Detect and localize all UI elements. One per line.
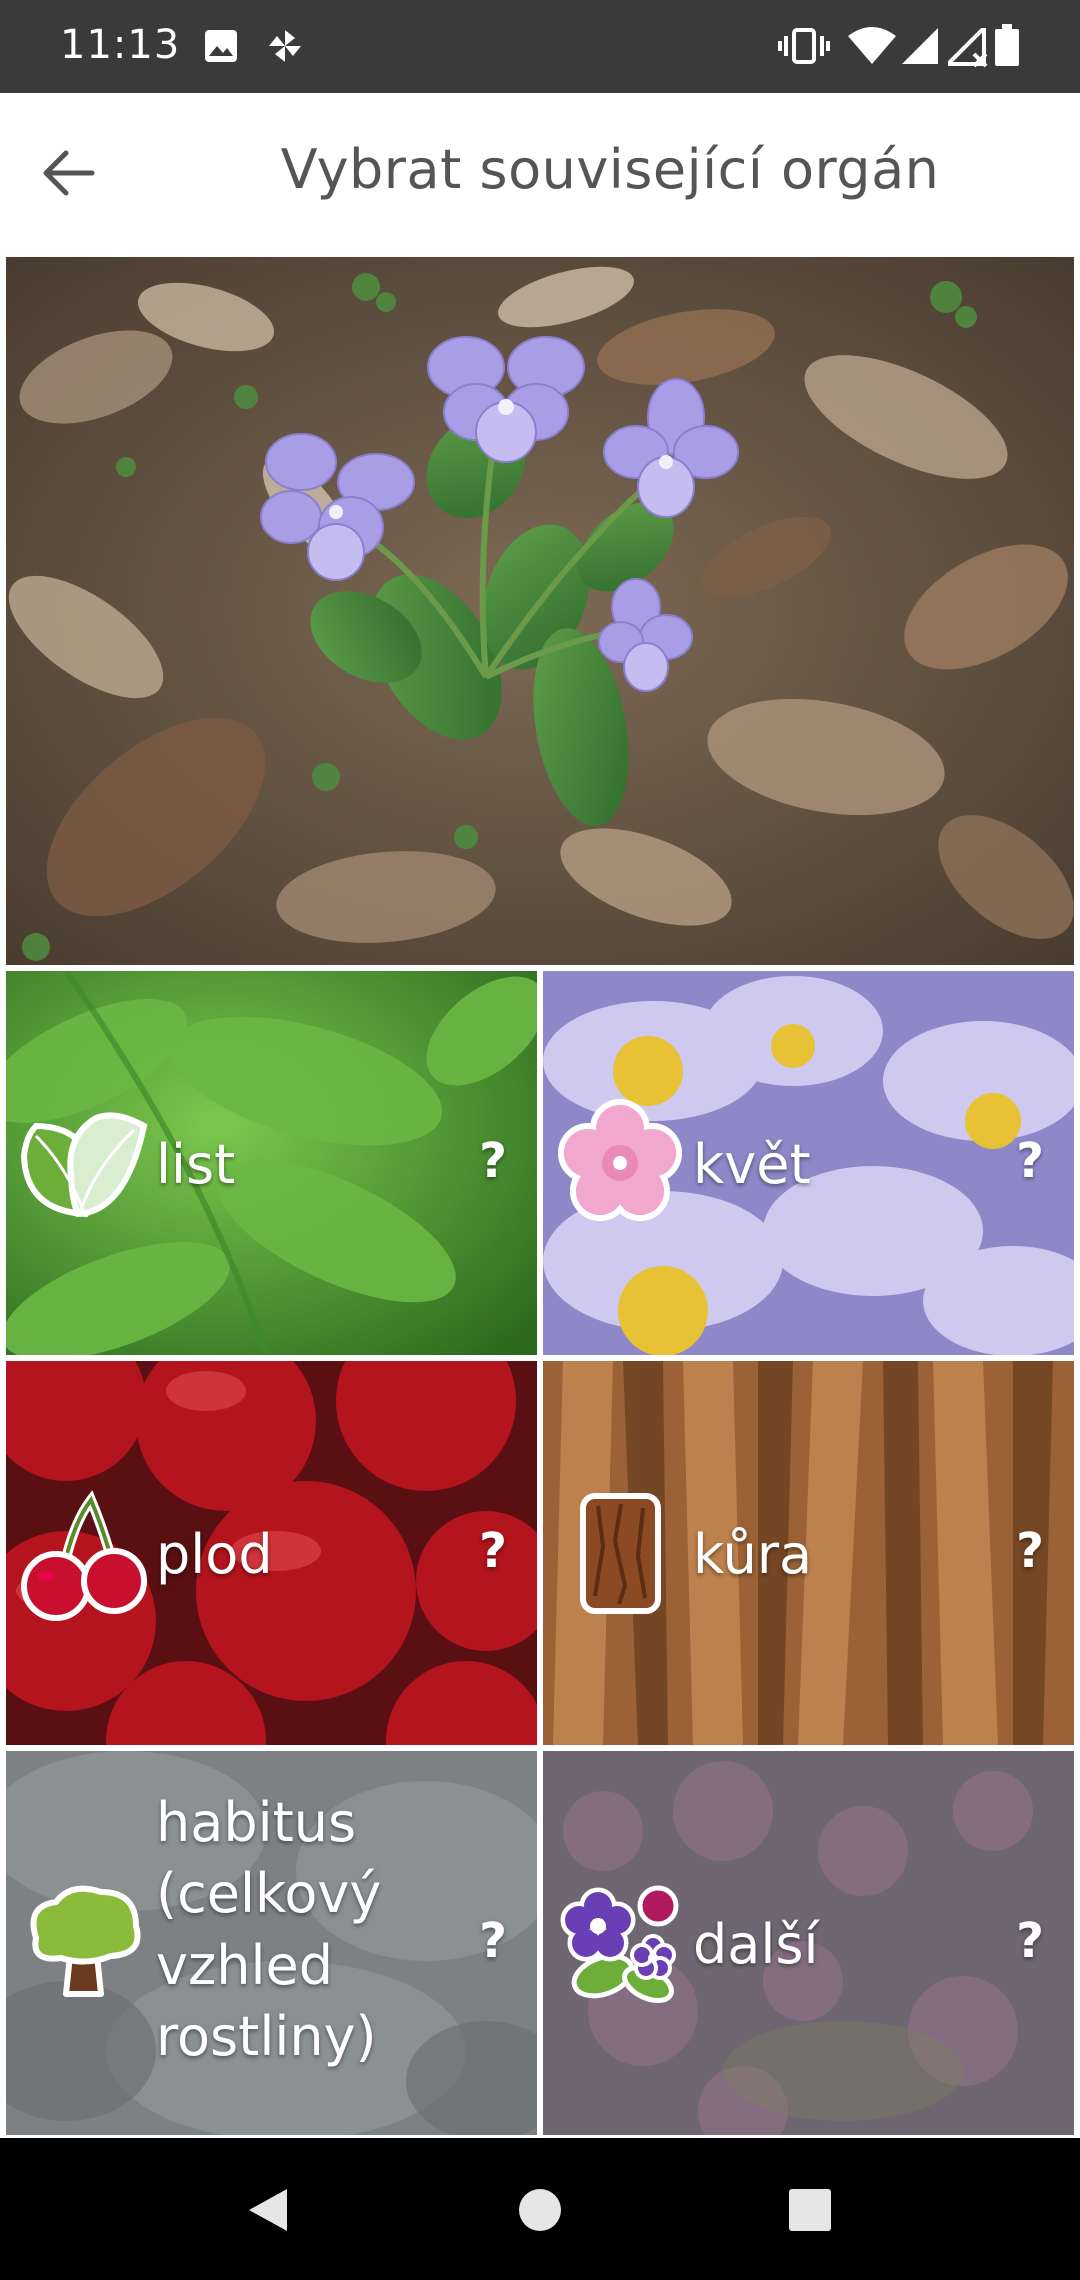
nav-recents-button[interactable] bbox=[778, 2178, 842, 2242]
organ-label-line: (celkový bbox=[156, 1862, 382, 1926]
help-button[interactable]: ? bbox=[1016, 1523, 1044, 1579]
flowers-icon bbox=[553, 1876, 688, 2011]
nav-home-button[interactable] bbox=[508, 2178, 572, 2242]
recents-square-icon bbox=[789, 2189, 831, 2231]
organ-label-line: rostliny) bbox=[156, 2004, 377, 2068]
help-button[interactable]: ? bbox=[479, 1133, 507, 1189]
violet-flower-photo bbox=[6, 257, 1074, 965]
signal-icon bbox=[902, 28, 940, 69]
organ-tile-flower[interactable]: květ ? bbox=[543, 971, 1074, 1355]
organ-tile-bark[interactable]: kůra ? bbox=[543, 1361, 1074, 1745]
page-title: Vybrat související orgán bbox=[280, 138, 940, 201]
app-bar: Vybrat související orgán bbox=[0, 93, 1080, 257]
organ-label-line: habitus bbox=[156, 1791, 357, 1854]
organ-tile-fruit[interactable]: plod ? bbox=[6, 1361, 537, 1745]
help-button[interactable]: ? bbox=[479, 1913, 507, 1969]
help-button[interactable]: ? bbox=[1016, 1913, 1044, 1969]
organ-label: plod bbox=[156, 1523, 273, 1586]
battery-icon bbox=[995, 24, 1019, 71]
help-button[interactable]: ? bbox=[479, 1523, 507, 1579]
bark-icon bbox=[553, 1486, 688, 1621]
help-button[interactable]: ? bbox=[1016, 1133, 1044, 1189]
organ-tile-habit[interactable]: habitus (celkový vzhled rostliny) ? bbox=[6, 1751, 537, 2135]
cherry-icon bbox=[16, 1486, 151, 1621]
organ-tile-leaf[interactable]: list ? bbox=[6, 971, 537, 1355]
home-circle-icon bbox=[519, 2189, 561, 2231]
status-time: 11:13 bbox=[60, 22, 181, 68]
organ-label: habitus (celkový vzhled rostliny) bbox=[156, 1787, 381, 2072]
pinwheel-icon bbox=[265, 26, 305, 71]
wifi-icon bbox=[848, 26, 896, 71]
organ-label-line: vzhled bbox=[156, 1933, 334, 1997]
back-triangle-icon bbox=[249, 2189, 287, 2231]
vibrate-icon bbox=[778, 26, 830, 71]
leaf-icon bbox=[16, 1096, 151, 1231]
arrow-back-icon bbox=[43, 150, 95, 196]
status-bar: 11:13 bbox=[0, 0, 1080, 93]
organ-label: kůra bbox=[693, 1523, 813, 1586]
tree-icon bbox=[16, 1876, 151, 2011]
navigation-bar bbox=[0, 2138, 1080, 2280]
signal-no-data-icon bbox=[943, 23, 990, 73]
organ-tile-other[interactable]: další ? bbox=[543, 1751, 1074, 2135]
organ-label: květ bbox=[693, 1133, 811, 1196]
flower-icon bbox=[553, 1096, 688, 1231]
back-button[interactable] bbox=[28, 133, 108, 213]
nav-back-button[interactable] bbox=[236, 2178, 300, 2242]
organ-label: list bbox=[156, 1133, 236, 1196]
observation-photo bbox=[6, 257, 1074, 965]
image-icon bbox=[203, 28, 239, 69]
organ-label: další bbox=[693, 1913, 819, 1976]
